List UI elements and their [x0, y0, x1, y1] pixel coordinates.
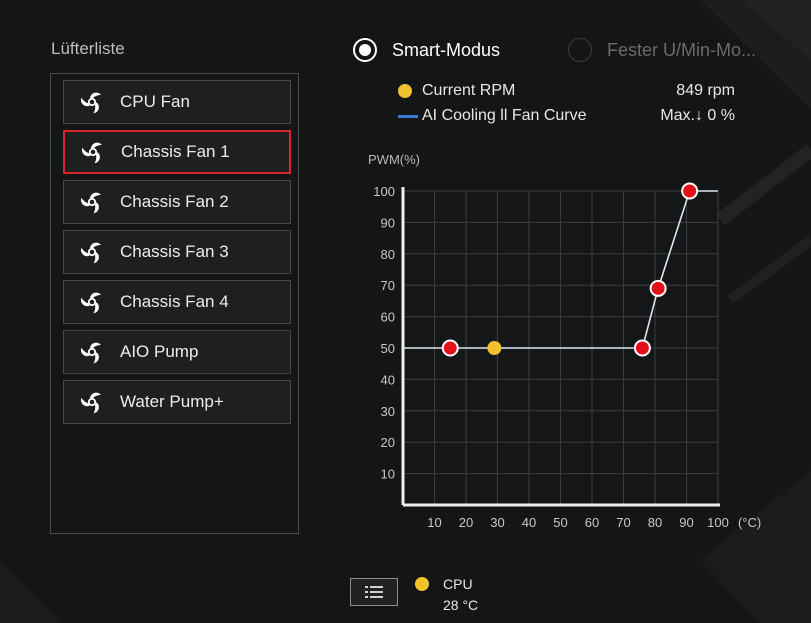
fan-list-item[interactable]: AIO Pump: [63, 330, 291, 374]
radio-unselected-icon: [568, 38, 592, 62]
y-tick-label: 20: [381, 435, 395, 450]
current-rpm-value: 849 rpm: [676, 82, 735, 99]
fan-list-item[interactable]: Chassis Fan 1: [63, 130, 291, 174]
x-tick-label: 80: [648, 515, 662, 530]
y-axis-label: PWM(%): [368, 152, 420, 167]
curve-line-icon: [398, 114, 418, 118]
y-tick-label: 70: [381, 278, 395, 293]
x-tick-label: 60: [585, 515, 599, 530]
legend-fan-curve: AI Cooling ll Fan Curve Max.↓ 0 %: [398, 106, 738, 126]
x-tick-label: 70: [616, 515, 630, 530]
fan-curve-chart[interactable]: PWM(%) 10 20 30 40 50 60 70 80 90 100 10 20 30 40 50 60 7…: [360, 145, 765, 535]
legend-current-rpm: Current RPM 849 rpm: [398, 81, 738, 101]
smart-mode-label: Smart-Modus: [392, 39, 501, 60]
fan-list-item[interactable]: Water Pump+: [63, 380, 291, 424]
fan-curve-value: Max.↓ 0 %: [660, 107, 735, 124]
x-tick-label: 40: [522, 515, 536, 530]
y-tick-label: 90: [381, 215, 395, 230]
list-icon: [365, 586, 383, 598]
x-tick-label: 10: [427, 515, 441, 530]
fixed-rpm-mode-radio[interactable]: Fester U/Min-Mo...: [568, 38, 778, 62]
y-tick-label: 10: [381, 467, 395, 482]
sensor-temperature: 28 °C: [443, 597, 479, 613]
x-tick-label: 100: [707, 515, 729, 530]
fan-list-item-label: Chassis Fan 4: [120, 292, 229, 311]
fan-list-item-label: Chassis Fan 2: [120, 192, 229, 211]
fan-list-item-label: Water Pump+: [120, 392, 224, 411]
fan-list-item[interactable]: Chassis Fan 2: [63, 180, 291, 224]
curve-control-point[interactable]: [649, 279, 667, 297]
fan-list-item-label: Chassis Fan 1: [121, 142, 230, 161]
smart-mode-radio[interactable]: Smart-Modus: [353, 38, 500, 62]
current-rpm-point: [487, 341, 502, 355]
fan-icon: [80, 190, 104, 214]
fan-icon: [80, 290, 104, 314]
radio-selected-icon: [353, 38, 377, 62]
fan-curve-label: AI Cooling ll Fan Curve: [422, 107, 587, 124]
sensor-dot-icon: [415, 577, 429, 591]
fan-list-title: Lüfterliste: [51, 39, 125, 58]
y-tick-label: 30: [381, 404, 395, 419]
fan-list-item-label: Chassis Fan 3: [120, 242, 229, 261]
fan-icon: [80, 240, 104, 264]
x-tick-label: 30: [490, 515, 504, 530]
fan-list-item[interactable]: Chassis Fan 3: [63, 230, 291, 274]
fan-list-item[interactable]: Chassis Fan 4: [63, 280, 291, 324]
y-tick-label: 40: [381, 372, 395, 387]
y-tick-label: 80: [381, 247, 395, 262]
curve-control-point[interactable]: [681, 182, 699, 200]
sensor-name: CPU: [443, 576, 473, 592]
x-tick-label: 50: [553, 515, 567, 530]
sensor-list-button[interactable]: [350, 578, 398, 606]
fan-icon: [81, 140, 105, 164]
curve-control-point[interactable]: [441, 339, 459, 357]
x-tick-label: 20: [459, 515, 473, 530]
fan-icon: [80, 90, 104, 114]
y-tick-label: 50: [381, 341, 395, 356]
x-axis-unit: (°C): [738, 515, 761, 530]
fan-icon: [80, 390, 104, 414]
fan-icon: [80, 340, 104, 364]
x-tick-label: 90: [679, 515, 693, 530]
fan-list-item-label: AIO Pump: [120, 342, 199, 361]
curve-control-point[interactable]: [633, 339, 651, 357]
current-rpm-dot-icon: [398, 84, 412, 98]
fixed-rpm-mode-label: Fester U/Min-Mo...: [607, 39, 757, 60]
fan-list-item[interactable]: CPU Fan: [63, 80, 291, 124]
y-tick-label: 100: [373, 184, 395, 199]
fan-list-item-label: CPU Fan: [120, 92, 190, 111]
y-tick-label: 60: [381, 310, 395, 325]
current-rpm-label: Current RPM: [422, 82, 516, 99]
